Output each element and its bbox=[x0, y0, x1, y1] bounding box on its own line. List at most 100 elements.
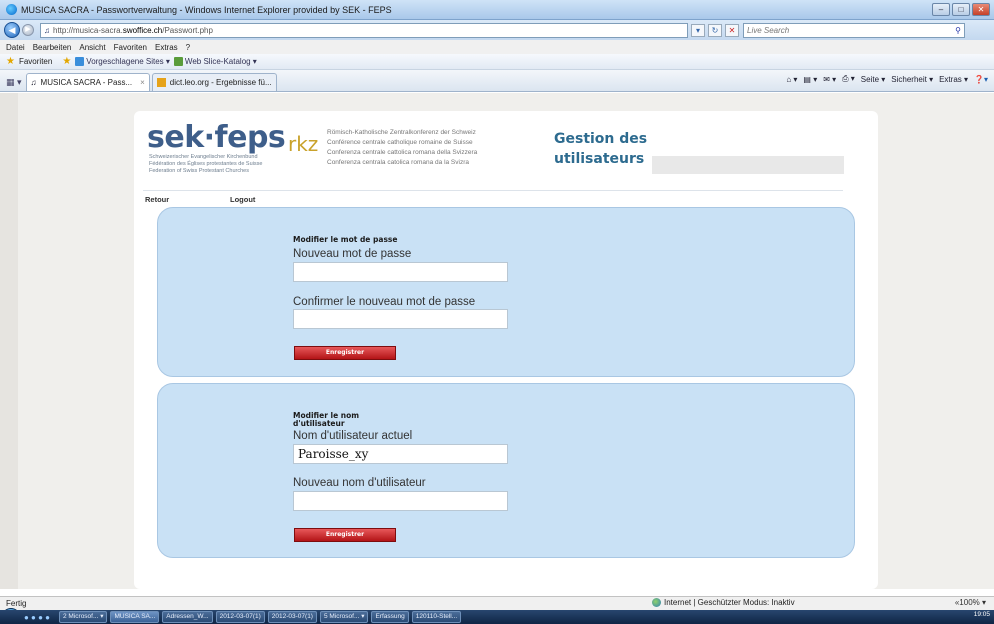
save-password-button[interactable]: Enregistrer bbox=[294, 346, 396, 360]
tools-menu[interactable]: Extras ▾ bbox=[939, 75, 968, 84]
rkz-line: Römisch-Katholische Zentralkonferenz der… bbox=[327, 129, 476, 136]
suggested-sites-link[interactable]: Vorgeschlagene Sites ▾ bbox=[75, 57, 170, 66]
tab-close-icon[interactable]: × bbox=[140, 78, 145, 87]
maximize-button[interactable]: □ bbox=[952, 3, 970, 16]
new-password-label: Nouveau mot de passe bbox=[293, 248, 412, 260]
back-arrow-icon[interactable]: ◀ bbox=[4, 22, 20, 38]
new-username-input[interactable] bbox=[293, 491, 508, 511]
password-panel bbox=[157, 207, 855, 377]
taskbar-item[interactable]: 2012-03-07(1) bbox=[267, 611, 317, 623]
quick-launch-icons[interactable]: ● ● ● ● bbox=[24, 613, 50, 622]
rkz-line: Conférence centrale catholique romaine d… bbox=[327, 139, 473, 146]
status-text: Fertig bbox=[6, 599, 27, 608]
url-host: swoffice.ch bbox=[122, 25, 163, 35]
suggested-sites-label: Vorgeschlagene Sites ▾ bbox=[86, 57, 170, 66]
confirm-password-label: Confirmer le nouveau mot de passe bbox=[293, 296, 476, 308]
save-username-button[interactable]: Enregistrer bbox=[294, 528, 396, 542]
tab-dict-leo-label: dict.leo.org - Ergebnisse fü... bbox=[169, 78, 272, 87]
menu-item-ansicht[interactable]: Ansicht bbox=[79, 43, 105, 52]
menu-item-bearbeiten[interactable]: Bearbeiten bbox=[33, 43, 72, 52]
forward-arrow-icon[interactable]: ▶ bbox=[22, 24, 34, 36]
url-prefix: http://musica-sacra. bbox=[53, 25, 123, 35]
back-link[interactable]: Retour bbox=[145, 195, 169, 204]
rkz-line: Conferenza centrale cattolica romana del… bbox=[327, 149, 478, 156]
page-title-line: utilisateurs bbox=[554, 151, 645, 167]
home-icon[interactable]: ⌂ ▾ bbox=[786, 75, 797, 84]
tab-musica-sacra-label: MUSICA SACRA - Pass... bbox=[40, 78, 133, 87]
window-title-bar[interactable]: MUSICA SACRA - Passwortverwaltung - Wind… bbox=[0, 0, 994, 20]
sek-sub-line: Fédération des Églises protestantes de S… bbox=[149, 161, 263, 167]
feeds-icon[interactable]: ▤ ▾ bbox=[803, 75, 817, 84]
address-toolbar: ◀ ▶ ♫ http://musica-sacra. swoffice.ch/Pa… bbox=[0, 20, 994, 40]
sek-feps-logo: sek·feps bbox=[147, 120, 286, 155]
url-path: /Passwort.php bbox=[162, 25, 213, 35]
search-input[interactable]: Live Search ⚲ bbox=[743, 22, 965, 38]
dropdown-arrow-icon[interactable]: ▾ bbox=[691, 23, 705, 37]
mail-icon[interactable]: ✉ ▾ bbox=[823, 75, 836, 84]
window-title: MUSICA SACRA - Passwortverwaltung - Wind… bbox=[21, 4, 392, 15]
sek-sub-line: Federation of Swiss Protestant Churches bbox=[149, 168, 249, 174]
logout-link[interactable]: Logout bbox=[230, 195, 255, 204]
username-panel-title-line: d'utilisateur bbox=[293, 419, 345, 428]
menu-item-help[interactable]: ? bbox=[186, 43, 190, 52]
page-title-line: Gestion des bbox=[554, 131, 648, 147]
tab-musica-sacra[interactable]: ♫ MUSICA SACRA - Pass... × bbox=[25, 73, 150, 91]
favorites-star-icon[interactable]: ★ bbox=[6, 56, 15, 67]
taskbar-item[interactable]: 120110-Stell... bbox=[411, 611, 462, 623]
taskbar-item[interactable]: Adressen_W... bbox=[162, 611, 213, 623]
page-menu[interactable]: Seite ▾ bbox=[861, 75, 885, 84]
favorites-label[interactable]: Favoriten bbox=[19, 57, 52, 66]
password-panel-title: Modifier le mot de passe bbox=[293, 235, 398, 244]
quick-tabs-icon[interactable]: ▦ ▾ bbox=[6, 77, 22, 88]
tab-bar: ▦ ▾ ♫ MUSICA SACRA - Pass... × dict.leo.… bbox=[0, 70, 994, 92]
web-slice-icon bbox=[173, 57, 183, 66]
new-password-input[interactable] bbox=[293, 262, 508, 282]
address-bar[interactable]: ♫ http://musica-sacra. swoffice.ch/Passwo… bbox=[40, 22, 688, 38]
rkz-line: Conferenza centrala catolica romana da l… bbox=[327, 159, 469, 166]
refresh-icon[interactable]: ↻ bbox=[708, 23, 722, 37]
page-title: Gestion des utilisateurs bbox=[554, 129, 647, 169]
menu-bar: Datei Bearbeiten Ansicht Favoriten Extra… bbox=[0, 40, 994, 54]
menu-item-favoriten[interactable]: Favoriten bbox=[114, 43, 147, 52]
new-username-label: Nouveau nom d'utilisateur bbox=[293, 477, 426, 489]
menu-item-extras[interactable]: Extras bbox=[155, 43, 178, 52]
confirm-password-input[interactable] bbox=[293, 309, 508, 329]
zoom-level[interactable]: «100% ▾ bbox=[955, 598, 986, 607]
sek-feps-subtitle: Schweizerischer Evangelischer Kirchenbun… bbox=[149, 154, 262, 175]
rkz-logo: rkz bbox=[288, 132, 319, 156]
suggested-sites-icon bbox=[75, 57, 85, 66]
rkz-description: Römisch-Katholische Zentralkonferenz der… bbox=[327, 128, 477, 168]
taskbar-item[interactable]: Erfassung bbox=[371, 611, 409, 623]
status-bar: Fertig Internet | Geschützter Modus: Ina… bbox=[0, 596, 994, 610]
header-placeholder-box bbox=[652, 156, 844, 174]
viewport-left-margin bbox=[0, 93, 18, 589]
minimize-button[interactable]: – bbox=[932, 3, 950, 16]
sek-sub-line: Schweizerischer Evangelischer Kirchenbun… bbox=[149, 154, 258, 160]
taskbar-item[interactable]: 2012-03-07(1) bbox=[215, 611, 265, 623]
taskbar-item[interactable]: 5 Microsof... ▾ bbox=[319, 611, 369, 623]
help-icon[interactable]: ❓▾ bbox=[974, 75, 988, 84]
username-panel bbox=[157, 383, 855, 558]
search-icon[interactable]: ⚲ bbox=[955, 26, 961, 35]
username-panel-title: Modifier le nom d'utilisateur bbox=[293, 412, 359, 428]
current-username-input[interactable] bbox=[293, 444, 508, 464]
security-zone[interactable]: Internet | Geschützter Modus: Inaktiv bbox=[652, 598, 795, 607]
leo-favicon-icon bbox=[156, 78, 166, 87]
current-username-label: Nom d'utilisateur actuel bbox=[293, 430, 413, 442]
favorites-bar: ★ Favoriten ★ Vorgeschlagene Sites ▾ Web… bbox=[0, 54, 994, 70]
globe-icon bbox=[652, 598, 661, 607]
tab-dict-leo[interactable]: dict.leo.org - Ergebnisse fü... bbox=[151, 73, 277, 91]
ie-logo-icon bbox=[6, 4, 17, 15]
taskbar: ● ● ● ● 2 Microsof... ▾ MUSICA SA... Adr… bbox=[0, 610, 994, 624]
print-icon[interactable]: ⎙ ▾ bbox=[842, 74, 855, 84]
security-menu[interactable]: Sicherheit ▾ bbox=[891, 75, 933, 84]
system-clock[interactable]: 19:05 bbox=[974, 611, 990, 618]
taskbar-item[interactable]: 2 Microsof... ▾ bbox=[59, 611, 108, 623]
command-bar: ⌂ ▾ ▤ ▾ ✉ ▾ ⎙ ▾ Seite ▾ Sicherheit ▾ Ext… bbox=[786, 74, 988, 84]
add-favorite-icon[interactable]: ★ bbox=[62, 56, 71, 67]
close-window-button[interactable]: ✕ bbox=[972, 3, 990, 16]
stop-icon[interactable]: ✕ bbox=[725, 23, 739, 37]
taskbar-item[interactable]: MUSICA SA... bbox=[110, 611, 160, 623]
menu-item-datei[interactable]: Datei bbox=[6, 43, 25, 52]
web-slice-link[interactable]: Web Slice-Katalog ▾ bbox=[173, 57, 257, 66]
